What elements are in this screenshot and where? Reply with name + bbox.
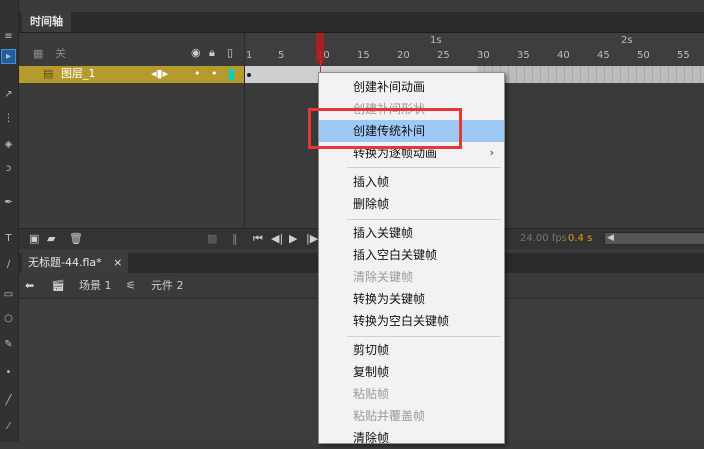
frame-number: 35	[517, 50, 530, 61]
camera-icon[interactable]: ▩	[207, 232, 217, 246]
selection-tool-icon[interactable]: ▸	[1, 49, 16, 64]
new-layer-icon[interactable]: ▣	[29, 232, 39, 246]
layer-header: ▦ 关 ◉ 🔒︎ ▯	[19, 45, 244, 65]
menu-separator	[347, 336, 501, 337]
lock-icon[interactable]: 🔒︎	[209, 46, 215, 60]
brush-tool-icon[interactable]: •	[2, 366, 15, 379]
ink-bottle-icon[interactable]: ╱	[2, 394, 15, 407]
rectangle-tool-icon[interactable]: ▭	[2, 288, 15, 301]
menu-item-convert-to-blank-keyframe[interactable]: 转换为空白关键帧	[319, 310, 504, 332]
second-label: 2s	[621, 35, 633, 46]
menu-item-create-motion-tween[interactable]: 创建补间动画	[319, 76, 504, 98]
menu-item-insert-keyframe[interactable]: 插入关键帧	[319, 222, 504, 244]
layer-visible-dot[interactable]: •	[194, 67, 201, 81]
breadcrumb-scene[interactable]: 场景 1	[79, 279, 112, 293]
menu-item-delete-frame[interactable]: 删除帧	[319, 193, 504, 215]
layer-color-swatch[interactable]	[229, 69, 234, 80]
frame-number: 15	[357, 50, 370, 61]
layer-name[interactable]: 图层_1	[61, 67, 96, 81]
3d-rotation-icon[interactable]: ◈	[2, 138, 15, 151]
layer-folder-icon: ▦	[33, 47, 44, 60]
layer-row[interactable]: ▤ 图层_1 ◂▮▸ • •	[19, 66, 244, 83]
line-tool-icon[interactable]: /	[2, 258, 15, 271]
layer-header-label: 关	[55, 47, 66, 60]
frame-number: 1	[246, 50, 253, 61]
frame-number: 50	[637, 50, 650, 61]
frame-number: 5	[278, 50, 285, 61]
document-tab-label: 无标题-44.fla*	[28, 256, 102, 269]
next-frame-icon[interactable]: |▶	[306, 232, 318, 246]
keyframe[interactable]	[247, 73, 251, 77]
outline-icon[interactable]: ▯	[227, 46, 233, 60]
symbol-icon: ⚟	[126, 279, 136, 292]
menu-icon[interactable]: ≡	[2, 30, 15, 43]
frame-number: 25	[437, 50, 450, 61]
play-icon[interactable]: ▶	[289, 232, 297, 246]
trash-icon[interactable]: 🗑︎	[69, 232, 83, 246]
menu-separator	[347, 219, 501, 220]
frame-number: 40	[557, 50, 570, 61]
menu-item-copy-frames[interactable]: 复制帧	[319, 361, 504, 383]
tools-panel: ≡ ▸ ↗ ⋮ ◈ ↄ ✒ T / ▭ ○ ✎ • ╱ ⁄	[0, 0, 19, 442]
horizontal-scrollbar[interactable]: ◀	[604, 232, 704, 245]
free-transform-icon[interactable]: ⋮	[2, 112, 15, 125]
scroll-left-icon[interactable]: ◀	[607, 231, 614, 245]
menu-item-clear-keyframe: 清除关键帧	[353, 270, 414, 284]
fps-readout[interactable]: 24.00 fps	[520, 232, 567, 246]
oval-tool-icon[interactable]: ○	[2, 312, 15, 325]
submenu-arrow-icon: ›	[489, 146, 494, 159]
menu-item-cut-frames[interactable]: 剪切帧	[319, 339, 504, 361]
layer-icon: ▤	[43, 67, 54, 80]
menu-item-convert-to-keyframe[interactable]: 转换为关键帧	[319, 288, 504, 310]
prev-frame-icon[interactable]: ◀|	[271, 232, 283, 246]
layer-scrub-icon[interactable]: ◂▮▸	[151, 67, 168, 81]
eye-icon[interactable]: ◉	[191, 46, 201, 60]
frame-number: 30	[477, 50, 490, 61]
time-readout[interactable]: 0.4 s	[568, 232, 592, 246]
menu-item-clear-frames[interactable]: 清除帧	[319, 427, 504, 449]
menu-item-insert-frame[interactable]: 插入帧	[319, 171, 504, 193]
frame-ruler[interactable]: 1s 2s 1 5 10 15 20 25 30 35 40 45 50 55	[245, 33, 704, 67]
eyedropper-icon[interactable]: ⁄	[2, 420, 15, 433]
panel-toggle-icon[interactable]: ‖	[232, 232, 238, 246]
close-icon[interactable]: ×	[113, 256, 122, 269]
frame-number: 20	[397, 50, 410, 61]
menu-separator	[347, 167, 501, 168]
pencil-tool-icon[interactable]: ✎	[2, 338, 15, 351]
menu-item-insert-blank-keyframe[interactable]: 插入空白关键帧	[319, 244, 504, 266]
lasso-tool-icon[interactable]: ↄ	[2, 162, 15, 175]
subselection-tool-icon[interactable]: ↗	[2, 88, 15, 101]
scene-icon: 🎬︎	[51, 279, 65, 292]
new-folder-icon[interactable]: ▰	[47, 232, 55, 246]
second-label: 1s	[430, 35, 442, 46]
layer-lock-dot[interactable]: •	[211, 67, 218, 81]
playhead-handle[interactable]	[316, 33, 324, 63]
document-tab[interactable]: 无标题-44.fla* ×	[22, 253, 129, 273]
text-tool-icon[interactable]: T	[2, 232, 15, 245]
frame-number: 55	[677, 50, 690, 61]
frame-number: 45	[597, 50, 610, 61]
timeline-tab[interactable]: 时间轴	[22, 12, 71, 32]
pen-tool-icon[interactable]: ✒	[2, 196, 15, 209]
first-frame-icon[interactable]: ⏮	[253, 232, 263, 246]
menu-item-paste-and-overwrite: 粘贴并覆盖帧	[353, 409, 426, 423]
back-arrow-icon[interactable]: ⬅	[25, 279, 34, 293]
timeline-tab-bar	[19, 12, 704, 33]
annotation-highlight-box	[308, 108, 462, 149]
menu-item-paste-frames: 粘贴帧	[353, 387, 390, 401]
breadcrumb-symbol[interactable]: 元件 2	[151, 279, 184, 293]
